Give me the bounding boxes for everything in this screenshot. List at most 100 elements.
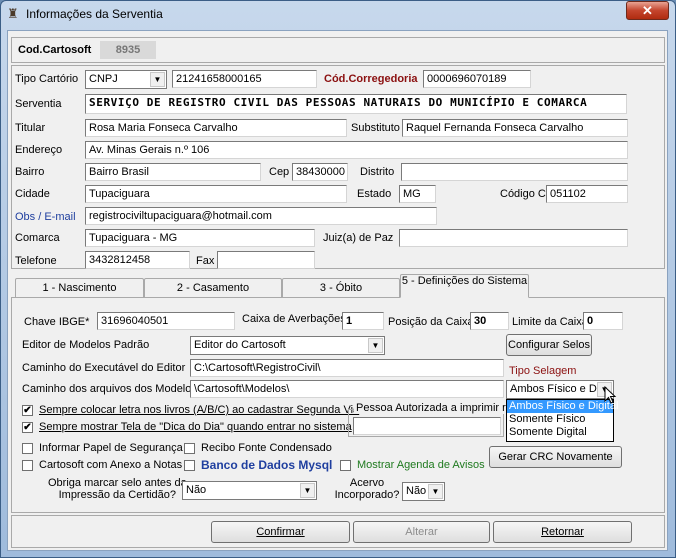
endereco-label: Endereço xyxy=(15,144,63,156)
cidade-field[interactable]: Tupaciguara xyxy=(85,185,347,203)
acervo-select[interactable]: Não ▼ xyxy=(402,482,445,501)
cep-label: Cep xyxy=(269,166,290,178)
caixa-averbacoes-field[interactable]: 1 xyxy=(342,312,384,330)
estado-label: Estado xyxy=(357,188,392,200)
tab-content-panel: Chave IBGE* 31696040501 Caixa de Averbaç… xyxy=(11,297,665,513)
close-button[interactable]: ✕ xyxy=(626,1,669,20)
footer-panel: Confirmar Alterar Retornar xyxy=(11,515,665,548)
cnpj-field[interactable]: 21241658000165 xyxy=(172,70,317,88)
tipo-cartorio-label: Tipo Cartório xyxy=(15,73,79,85)
chave-ibge-field[interactable]: 31696040501 xyxy=(97,312,235,330)
substituto-field[interactable]: Raquel Fernanda Fonseca Carvalho xyxy=(402,119,628,137)
limite-caixa-field[interactable]: 0 xyxy=(583,312,623,330)
configurar-selos-button[interactable]: Configurar Selos xyxy=(506,334,592,356)
letra-livros-label: Sempre colocar letra nos livros (A/B/C) … xyxy=(39,404,360,416)
tab-casamento[interactable]: 2 - Casamento xyxy=(144,278,282,298)
cidade-label: Cidade xyxy=(15,188,50,200)
option-digital[interactable]: Somente Digital xyxy=(507,426,613,439)
posicao-caixa-label: Posição da Caixa xyxy=(388,316,474,328)
chevron-down-icon: ▼ xyxy=(428,484,443,499)
cod-corregedoria-field[interactable]: 0000696070189 xyxy=(423,70,531,88)
papel-seguranca-checkbox[interactable] xyxy=(22,443,33,454)
tab-definicoes[interactable]: 5 - Definições do Sistema xyxy=(400,274,529,298)
recibo-condensado-checkbox[interactable] xyxy=(184,443,195,454)
retornar-button[interactable]: Retornar xyxy=(493,521,632,543)
endereco-field[interactable]: Av. Minas Gerais n.º 106 xyxy=(85,141,628,159)
tab-nascimento[interactable]: 1 - Nascimento xyxy=(15,278,144,298)
bairro-field[interactable]: Bairro Brasil xyxy=(85,163,261,181)
tab-obito[interactable]: 3 - Óbito xyxy=(282,278,400,298)
editor-modelos-select[interactable]: Editor do Cartosoft ▼ xyxy=(190,336,385,355)
serventia-field[interactable]: SERVIÇO DE REGISTRO CIVIL DAS PESSOAS NA… xyxy=(85,94,627,114)
cep-field[interactable]: 38430000 xyxy=(292,163,348,181)
window-title: Informações da Serventia xyxy=(26,7,163,21)
cod-corregedoria-label: Cód.Corregedoria xyxy=(324,73,418,85)
caminho-editor-field[interactable]: C:\Cartosoft\RegistroCivil\ xyxy=(190,359,504,377)
chevron-down-icon: ▼ xyxy=(368,338,383,353)
option-fisico[interactable]: Somente Físico xyxy=(507,413,613,426)
titular-label: Titular xyxy=(15,122,46,134)
tipo-selagem-select[interactable]: Ambos Físico e Dig ▼ xyxy=(506,380,614,399)
obriga-selo-label-1: Obriga marcar selo antes da xyxy=(48,477,187,489)
tipo-cartorio-select[interactable]: CNPJ ▼ xyxy=(85,70,167,89)
confirmar-button[interactable]: Confirmar xyxy=(211,521,350,543)
telefone-field[interactable]: 3432812458 xyxy=(85,251,190,269)
pessoa-autorizada-group: Pessoa Autorizada a imprimir requ xyxy=(348,402,527,437)
cod-panel: Cod.Cartosoft 8935 xyxy=(11,37,665,63)
recibo-condensado-label: Recibo Fonte Condensado xyxy=(201,442,332,454)
option-ambos[interactable]: Ambos Físico e Digital xyxy=(507,400,618,413)
gerar-crc-button[interactable]: Gerar CRC Novamente xyxy=(489,446,622,468)
cod-label: Cod.Cartosoft xyxy=(18,44,92,56)
caixa-averbacoes-label: Caixa de Averbações xyxy=(242,313,346,325)
caminho-editor-label: Caminho do Executável do Editor xyxy=(22,362,186,374)
cod-value: 8935 xyxy=(100,41,156,59)
obriga-selo-select[interactable]: Não ▼ xyxy=(182,481,317,500)
papel-seguranca-label: Informar Papel de Segurança xyxy=(39,442,183,454)
pessoa-autorizada-label: Pessoa Autorizada a imprimir requ xyxy=(354,402,527,414)
fax-field[interactable] xyxy=(217,251,315,269)
alterar-button[interactable]: Alterar xyxy=(353,521,490,543)
cns-field[interactable]: 051102 xyxy=(546,185,628,203)
acervo-label-2: Incorporado? xyxy=(334,489,400,501)
caminho-modelos-field[interactable]: \Cartosoft\Modelos\ xyxy=(190,380,504,398)
dialog-body: Cod.Cartosoft 8935 Tipo Cartório CNPJ ▼ 2… xyxy=(7,30,668,551)
letra-livros-checkbox[interactable]: ✔ xyxy=(22,405,33,416)
comarca-field[interactable]: Tupaciguara - MG xyxy=(85,229,315,247)
chave-ibge-label: Chave IBGE* xyxy=(24,316,90,328)
mouse-cursor-icon xyxy=(604,386,617,404)
limite-caixa-label: Limite da Caixa xyxy=(512,316,588,328)
dica-dia-label: Sempre mostrar Tela de "Dica do Dia" qua… xyxy=(39,421,352,433)
agenda-avisos-checkbox[interactable] xyxy=(340,460,351,471)
estado-field[interactable]: MG xyxy=(399,185,436,203)
serventia-label: Serventia xyxy=(15,98,62,110)
anexo-notas-label: Cartosoft com Anexo a Notas xyxy=(39,459,183,471)
posicao-caixa-field[interactable]: 30 xyxy=(470,312,509,330)
distrito-field[interactable] xyxy=(401,163,628,181)
anexo-notas-checkbox[interactable] xyxy=(22,460,33,471)
titular-field[interactable]: Rosa Maria Fonseca Carvalho xyxy=(85,119,347,137)
juiz-label: Juiz(a) de Paz xyxy=(323,232,394,244)
pessoa-autorizada-field[interactable] xyxy=(353,417,501,435)
bairro-label: Bairro xyxy=(15,166,45,178)
acervo-label-1: Acervo xyxy=(349,477,385,489)
telefone-label: Telefone xyxy=(15,255,57,267)
caminho-modelos-label: Caminho dos arquivos dos Modelos xyxy=(22,383,197,395)
juiz-field[interactable] xyxy=(399,229,628,247)
chevron-down-icon: ▼ xyxy=(300,483,315,498)
email-field[interactable]: registrociviltupaciguara@hotmail.com xyxy=(85,207,437,225)
tipo-selagem-dropdown: Ambos Físico e Digital Somente Físico So… xyxy=(506,399,618,442)
dica-dia-checkbox[interactable]: ✔ xyxy=(22,422,33,433)
banco-mysql-checkbox[interactable] xyxy=(184,460,195,471)
substituto-label: Substituto xyxy=(351,122,400,134)
comarca-label: Comarca xyxy=(15,232,60,244)
fax-label: Fax xyxy=(196,255,215,267)
app-icon: ♜ xyxy=(7,6,19,21)
fields-panel: Tipo Cartório CNPJ ▼ 21241658000165 Cód.C… xyxy=(11,65,665,269)
title-bar[interactable]: ♜ Informações da Serventia ✕ xyxy=(0,0,674,28)
obriga-selo-label-2: Impressão da Certidão? xyxy=(58,489,176,501)
chevron-down-icon: ▼ xyxy=(150,72,165,87)
tipo-selagem-label: Tipo Selagem xyxy=(509,365,577,377)
email-label: Obs / E-mail xyxy=(15,211,76,223)
distrito-label: Distrito xyxy=(360,166,395,178)
banco-mysql-label: Banco de Dados Mysql xyxy=(201,458,333,472)
